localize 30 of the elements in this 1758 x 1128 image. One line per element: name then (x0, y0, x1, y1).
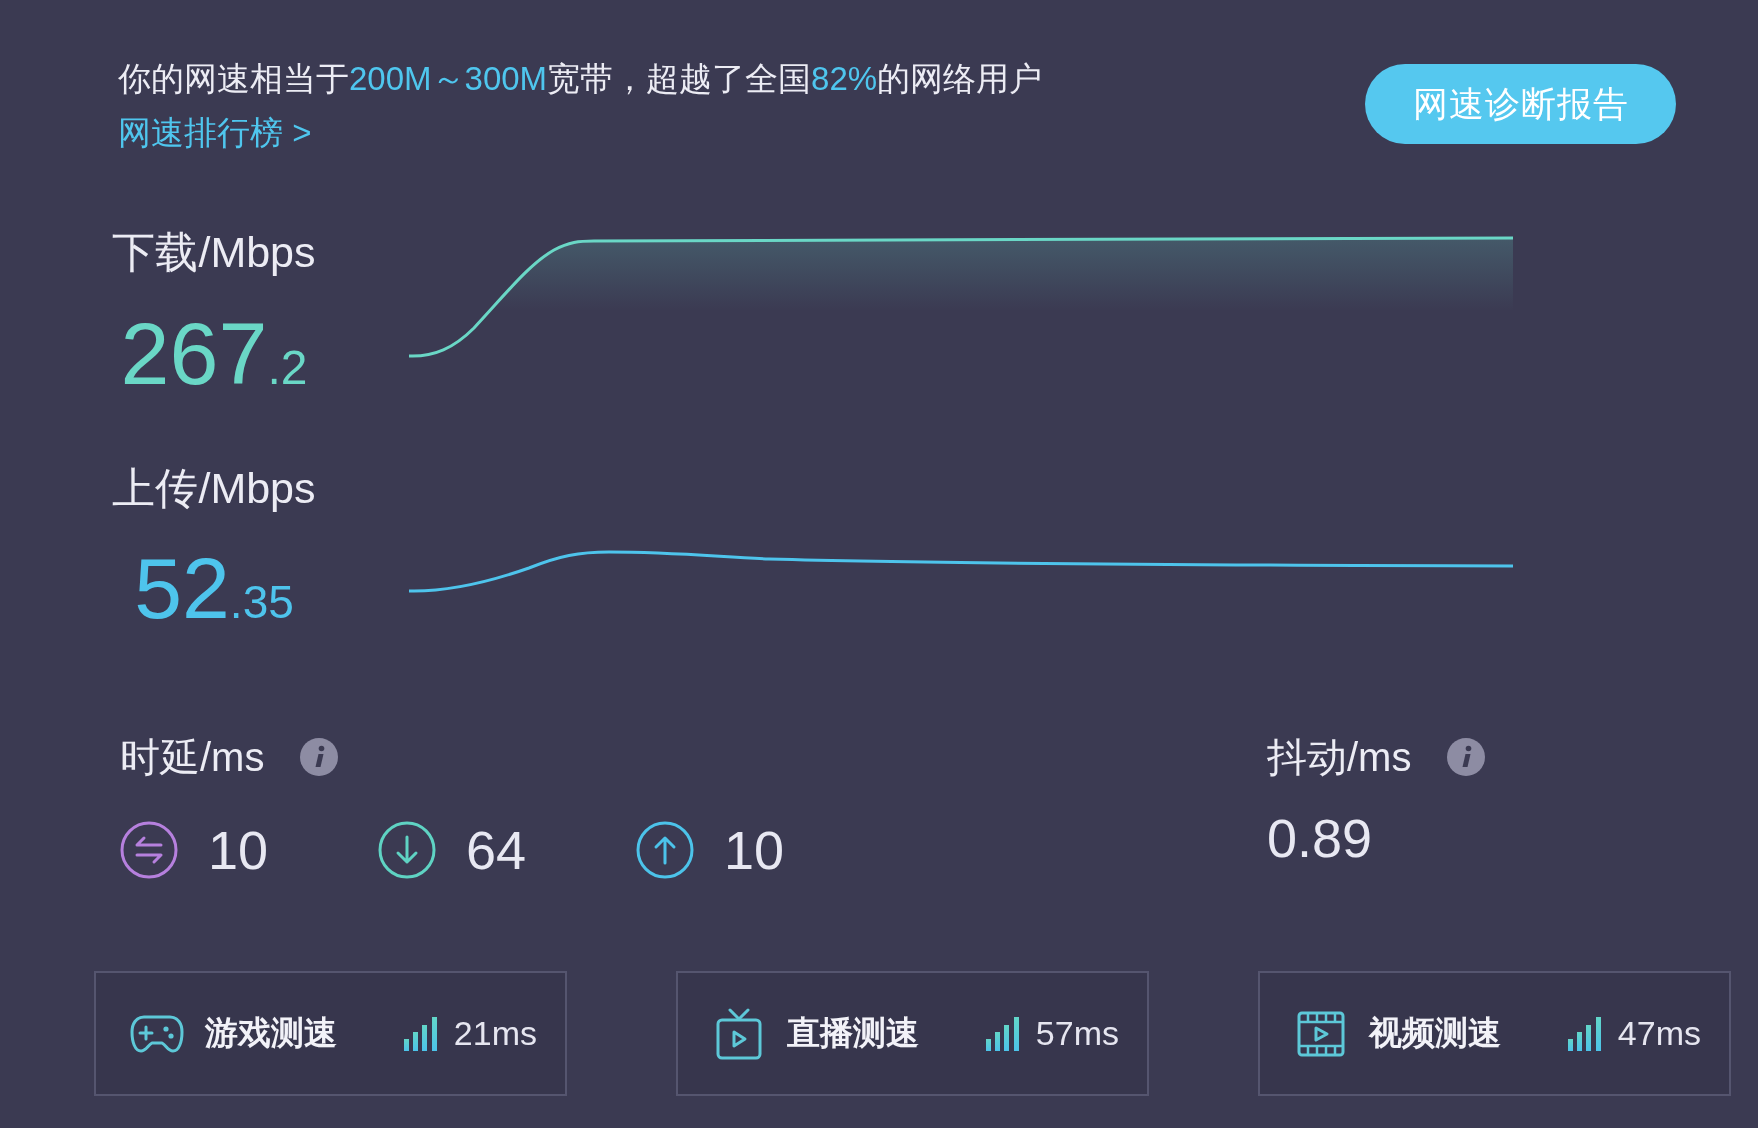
jitter-value: 0.89 (1267, 809, 1374, 867)
signal-bars-icon (1567, 1016, 1601, 1051)
test-label: 直播测速 (787, 1013, 919, 1053)
film-icon (1297, 1010, 1345, 1057)
info-icon[interactable] (1447, 738, 1486, 776)
latency-value: 64 (466, 821, 527, 879)
speed-label: 上传/Mbps (112, 465, 316, 511)
ranking-link[interactable]: 网速排行榜 > (118, 113, 312, 153)
gamepad-icon (130, 1013, 184, 1054)
latency-value: 10 (208, 821, 269, 879)
exchange-arrows-icon (120, 821, 178, 879)
test-label: 游戏测速 (205, 1013, 337, 1053)
tv-icon (716, 1007, 762, 1060)
latency-value: 10 (724, 821, 785, 879)
speed-test-card[interactable]: 直播测速 57ms (676, 971, 1149, 1096)
signal-bars-icon (403, 1016, 437, 1051)
speed-value: 52.35 (134, 545, 294, 631)
speed-test-card[interactable]: 视频测速 47ms (1258, 971, 1731, 1096)
test-value: 47ms (1617, 1014, 1701, 1053)
info-icon[interactable] (300, 738, 339, 776)
latency-label: 时延/ms (120, 734, 265, 781)
speed-value: 267.2 (120, 310, 308, 398)
test-label: 视频测速 (1369, 1013, 1501, 1053)
speed-label: 下载/Mbps (112, 229, 316, 275)
test-value: 57ms (1035, 1014, 1119, 1053)
signal-bars-icon (985, 1016, 1019, 1051)
speed-test-card[interactable]: 游戏测速 21ms (94, 971, 567, 1096)
summary-text: 你的网速相当于200M～300M宽带，超越了全国82%的网络用户 (118, 59, 1043, 99)
test-value: 21ms (453, 1014, 537, 1053)
jitter-label: 抖动/ms (1267, 734, 1412, 781)
